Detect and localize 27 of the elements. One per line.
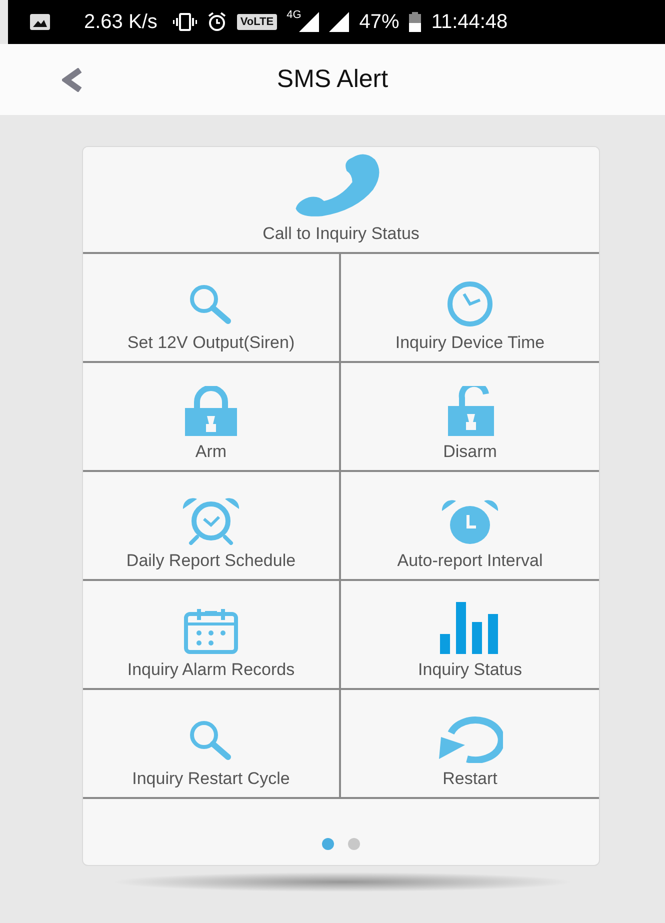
volte-badge: VoLTE (237, 14, 277, 30)
menu-tile[interactable]: Call to Inquiry Status (83, 147, 599, 254)
alarm-clock-icon (440, 497, 500, 545)
page-dot[interactable] (322, 838, 334, 850)
menu-tile[interactable]: Set 12V Output(Siren) (83, 254, 341, 363)
calendar-icon (183, 608, 239, 654)
screen-title: SMS Alert (276, 65, 388, 94)
battery-icon (409, 12, 422, 32)
back-icon[interactable] (62, 68, 82, 92)
signal-icon (329, 12, 350, 32)
page-dot[interactable] (348, 838, 360, 850)
menu-tile[interactable]: Arm (83, 363, 341, 472)
alarm-icon (207, 12, 228, 32)
restart-icon (437, 715, 503, 763)
network-speed: 2.63 K/s (84, 10, 158, 34)
image-icon (30, 14, 50, 30)
clock-time: 11:44:48 (431, 10, 508, 34)
menu-tile[interactable]: Inquiry Restart Cycle (83, 690, 341, 799)
bar-chart-icon (440, 602, 500, 654)
lock-icon (183, 386, 239, 436)
menu-tile[interactable]: Daily Report Schedule (83, 472, 341, 581)
menu-tile[interactable]: Inquiry Alarm Records (83, 581, 341, 690)
vibrate-icon (173, 13, 198, 31)
signal-icon (299, 12, 320, 32)
network-type: 4G (286, 9, 302, 21)
battery-level: 47% (359, 10, 400, 34)
alarm-clock-icon (181, 495, 241, 545)
